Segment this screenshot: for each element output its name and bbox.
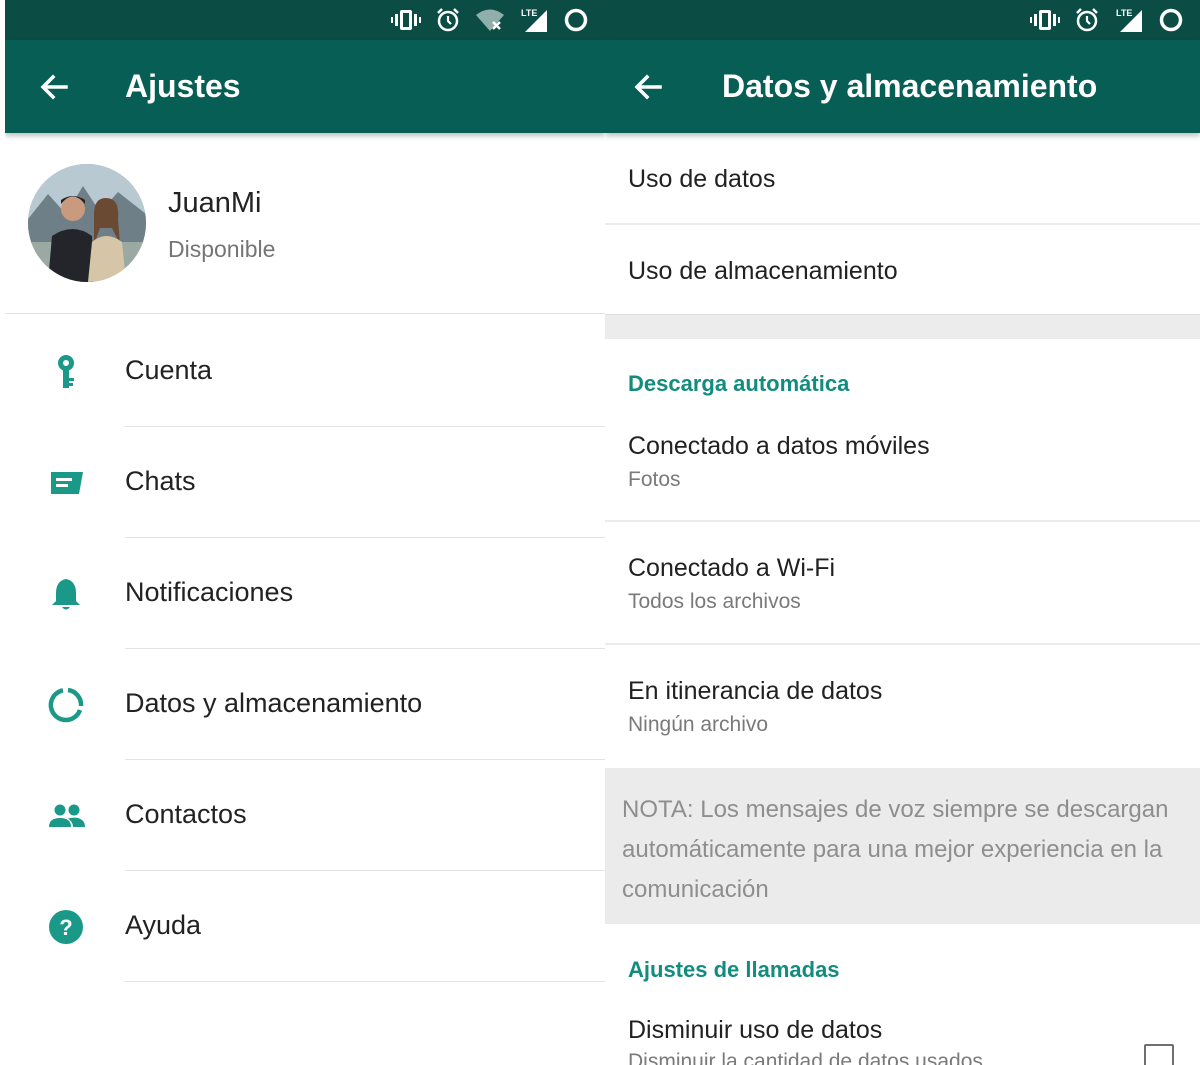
- data-usage-icon: [48, 687, 84, 723]
- menu-item-label: Notificaciones: [125, 577, 294, 607]
- menu-item-ayuda[interactable]: ? Ayuda: [5, 871, 605, 982]
- menu-item-cuenta[interactable]: Cuenta: [5, 316, 605, 427]
- page-title: Ajustes: [125, 68, 241, 104]
- setting-title: Conectado a datos móviles: [628, 432, 930, 460]
- menu-item-label: Contactos: [125, 799, 247, 829]
- settings-menu: Cuenta Chats Notificaciones Datos y alma…: [5, 316, 605, 982]
- alarm-icon: [437, 8, 459, 32]
- menu-item-label: Ayuda: [125, 910, 202, 940]
- profile-header[interactable]: JuanMi Disponible: [5, 133, 605, 314]
- vibrate-icon: [1030, 10, 1060, 30]
- profile-name: JuanMi: [168, 187, 262, 219]
- menu-item-label: Datos y almacenamiento: [125, 688, 423, 718]
- setting-disminuir-uso-de-datos[interactable]: Disminuir uso de datos Disminuir la cant…: [605, 1000, 1200, 1065]
- setting-uso-de-datos[interactable]: Uso de datos: [605, 133, 1200, 223]
- low-data-checkbox[interactable]: [1144, 1044, 1174, 1065]
- setting-subtitle: Disminuir la cantidad de datos usados: [628, 1050, 983, 1065]
- lte-signal-icon: LTE: [521, 8, 547, 32]
- page-title: Datos y almacenamiento: [722, 68, 1098, 104]
- status-icons: LTE: [391, 7, 589, 33]
- section-header-descarga-automatica: Descarga automática: [628, 371, 850, 396]
- back-arrow-icon[interactable]: [632, 71, 664, 103]
- menu-item-label: Chats: [125, 466, 196, 496]
- alarm-icon: [1076, 8, 1098, 32]
- note-text: NOTA: Los mensajes de voz siempre se des…: [622, 796, 1169, 903]
- svg-text:?: ?: [59, 915, 72, 940]
- app-bar: Ajustes: [5, 40, 605, 133]
- setting-datos-moviles[interactable]: Conectado a datos móviles Fotos: [605, 412, 1200, 520]
- key-icon: [58, 355, 74, 388]
- section-header-ajustes-de-llamadas: Ajustes de llamadas: [628, 957, 840, 982]
- vibrate-icon: [391, 10, 421, 30]
- setting-wifi[interactable]: Conectado a Wi-Fi Todos los archivos: [605, 522, 1200, 643]
- setting-subtitle: Ningún archivo: [628, 713, 769, 736]
- app-bar: Datos y almacenamiento: [605, 40, 1200, 133]
- setting-title: Conectado a Wi-Fi: [628, 554, 836, 582]
- setting-subtitle: Fotos: [628, 468, 681, 491]
- data-saver-icon: [564, 8, 588, 32]
- data-storage-screen: LTE Datos y almacenamiento Uso de datos …: [605, 0, 1200, 1065]
- avatar[interactable]: [28, 164, 146, 282]
- data-saver-icon: [1159, 8, 1183, 32]
- lte-signal-icon: LTE: [1116, 8, 1142, 32]
- menu-item-contactos[interactable]: Contactos: [5, 760, 605, 871]
- lte-text: LTE: [521, 8, 537, 18]
- setting-title: Disminuir uso de datos: [628, 1016, 883, 1044]
- setting-title: Uso de almacenamiento: [628, 257, 898, 285]
- lte-text: LTE: [1116, 8, 1132, 18]
- status-icons: LTE: [1030, 7, 1184, 33]
- menu-item-chats[interactable]: Chats: [5, 427, 605, 538]
- menu-item-label: Cuenta: [125, 355, 213, 385]
- help-icon: ?: [49, 910, 83, 944]
- section-separator: [605, 314, 1200, 339]
- contacts-icon: [49, 804, 85, 827]
- setting-subtitle: Todos los archivos: [628, 590, 801, 613]
- menu-item-datos-y-almacenamiento[interactable]: Datos y almacenamiento: [5, 649, 605, 760]
- setting-title: Uso de datos: [628, 165, 776, 193]
- status-bar: LTE: [605, 0, 1200, 40]
- bell-icon: [52, 579, 80, 610]
- divider: [125, 981, 605, 982]
- back-arrow-icon[interactable]: [38, 71, 70, 103]
- setting-itinerancia[interactable]: En itinerancia de datos Ningún archivo: [605, 645, 1200, 768]
- settings-screen: LTE Ajustes JuanMi Disponible Cuenta Cha…: [5, 0, 605, 1065]
- setting-title: En itinerancia de datos: [628, 677, 883, 705]
- wifi-off-icon: [476, 9, 504, 31]
- profile-status: Disponible: [168, 236, 276, 262]
- setting-uso-de-almacenamiento[interactable]: Uso de almacenamiento: [605, 225, 1200, 314]
- voice-note-info: NOTA: Los mensajes de voz siempre se des…: [605, 768, 1200, 924]
- status-bar: LTE: [5, 0, 605, 40]
- chat-icon: [51, 472, 83, 494]
- menu-item-notificaciones[interactable]: Notificaciones: [5, 538, 605, 649]
